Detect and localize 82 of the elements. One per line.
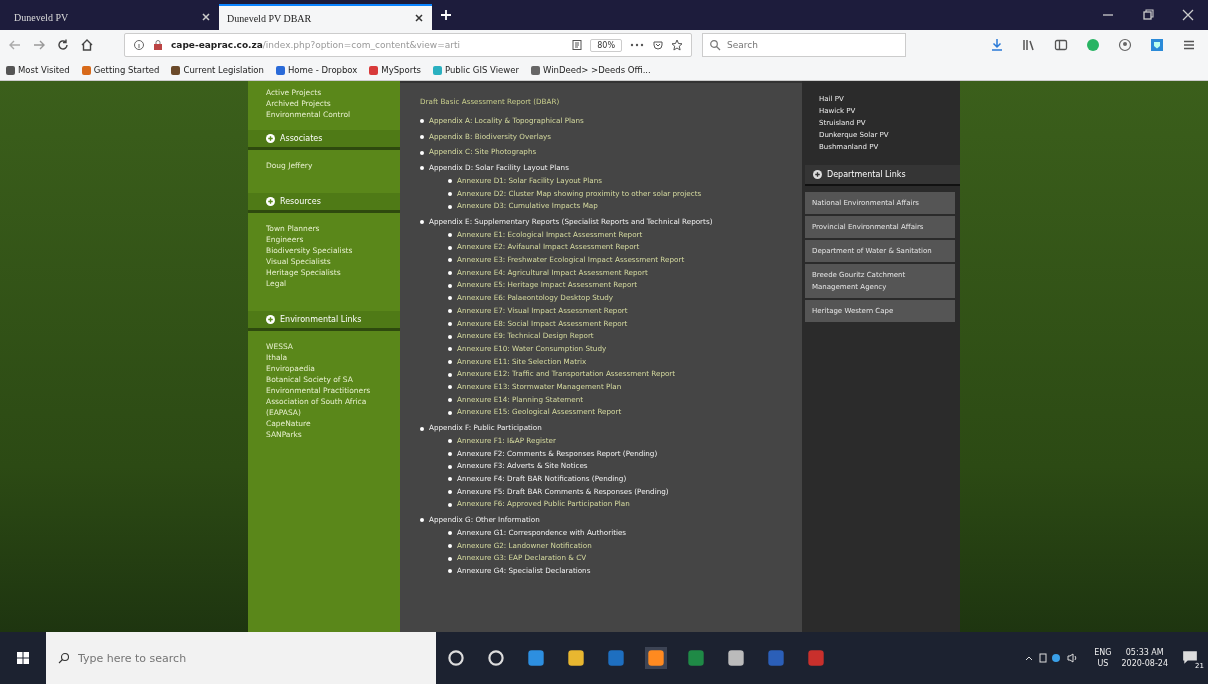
bullet-icon <box>420 135 424 140</box>
bullet-icon <box>448 543 452 548</box>
region-code: US <box>1097 658 1109 669</box>
section-title: Departmental Links <box>827 170 906 179</box>
bookmark[interactable]: WinDeed> >Deeds Offi... <box>530 65 651 75</box>
zoom-level[interactable]: 80% <box>590 38 622 52</box>
reader-view-icon[interactable] <box>571 39 584 51</box>
bullet-icon <box>448 347 452 352</box>
menu-icon[interactable] <box>1182 38 1196 52</box>
bullet-icon <box>448 360 452 364</box>
bullet-icon <box>448 502 452 507</box>
bullet-icon <box>448 321 452 326</box>
bullet-icon <box>448 309 452 314</box>
bookmark[interactable]: Current Legislation <box>171 65 264 75</box>
bullet-icon <box>420 220 424 225</box>
shield-icon[interactable] <box>1150 38 1164 52</box>
bullet-icon <box>420 518 424 523</box>
address-bar[interactable]: cape-eaprac.co.za/index.php?option=com_content&view=arti 80% <box>124 33 692 57</box>
library-icon[interactable] <box>1022 38 1036 52</box>
info-icon <box>133 39 145 51</box>
section-title: Environmental Links <box>280 315 362 324</box>
browser-tab[interactable]: Duneveld PV DBAR <box>219 4 432 30</box>
language-code: ENG <box>1094 647 1112 658</box>
download-icon[interactable] <box>990 38 1004 52</box>
bookmark[interactable]: Public GIS Viewer <box>432 65 519 75</box>
bullet-icon <box>448 569 452 574</box>
bullet-icon <box>448 271 452 276</box>
bookmark[interactable]: Most Visited <box>6 65 70 75</box>
section-title: Associates <box>280 134 323 143</box>
plus-icon <box>266 134 275 143</box>
bullet-icon <box>448 410 452 415</box>
bullet-icon <box>448 398 452 403</box>
bullet-icon <box>448 245 452 250</box>
bullet-icon <box>448 439 452 444</box>
bullet-icon <box>448 258 452 263</box>
clock[interactable]: 05:33 AM 2020-08-24 <box>1121 647 1168 669</box>
plus-icon <box>813 170 822 179</box>
bullet-icon <box>448 385 452 390</box>
bullet-icon <box>448 490 452 495</box>
browser-tab[interactable]: Duneveld PV <box>6 4 219 30</box>
account-icon[interactable] <box>1118 38 1132 52</box>
bookmark[interactable]: MySports <box>369 65 421 75</box>
lock-icon <box>152 39 164 51</box>
bullet-icon <box>448 334 452 339</box>
bullet-icon <box>448 179 452 184</box>
bullet-icon <box>420 119 424 124</box>
date-text: 2020-08-24 <box>1121 658 1168 669</box>
language-indicator[interactable]: ENG US <box>1094 647 1112 669</box>
reload-icon[interactable] <box>56 38 70 52</box>
plus-icon <box>266 315 275 324</box>
search-icon <box>709 39 721 51</box>
close-icon[interactable] <box>414 13 424 23</box>
bullet-icon <box>420 166 424 171</box>
bullet-icon <box>448 191 452 196</box>
taskbar-search-field[interactable]: Type here to search <box>46 632 436 684</box>
star-icon[interactable] <box>671 39 683 51</box>
bullet-icon <box>448 283 452 288</box>
bullet-icon <box>448 232 452 237</box>
home-icon[interactable] <box>80 38 94 52</box>
windows-icon[interactable] <box>16 651 30 665</box>
notification-icon <box>1182 649 1198 665</box>
time-text: 05:33 AM <box>1125 647 1164 658</box>
bookmark[interactable]: Getting Started <box>81 65 160 75</box>
bullet-icon <box>448 477 452 482</box>
bullet-icon <box>448 451 452 456</box>
bookmark[interactable]: Home - Dropbox <box>275 65 358 75</box>
plus-icon <box>266 197 275 206</box>
restore-icon[interactable] <box>1142 9 1154 21</box>
bullet-icon <box>448 556 452 561</box>
new-tab-icon[interactable] <box>440 9 452 21</box>
bullet-icon <box>420 426 424 431</box>
bullet-icon <box>448 531 452 536</box>
sidebar-icon[interactable] <box>1054 38 1068 52</box>
search-icon <box>58 652 70 664</box>
bullet-icon <box>448 464 452 469</box>
forward-icon[interactable] <box>32 38 46 52</box>
bullet-icon <box>420 150 424 155</box>
bullet-icon <box>448 204 452 209</box>
bullet-icon <box>448 296 452 301</box>
search-field[interactable]: Search <box>702 33 906 57</box>
bullet-icon <box>448 372 452 377</box>
section-title: Resources <box>280 197 321 206</box>
